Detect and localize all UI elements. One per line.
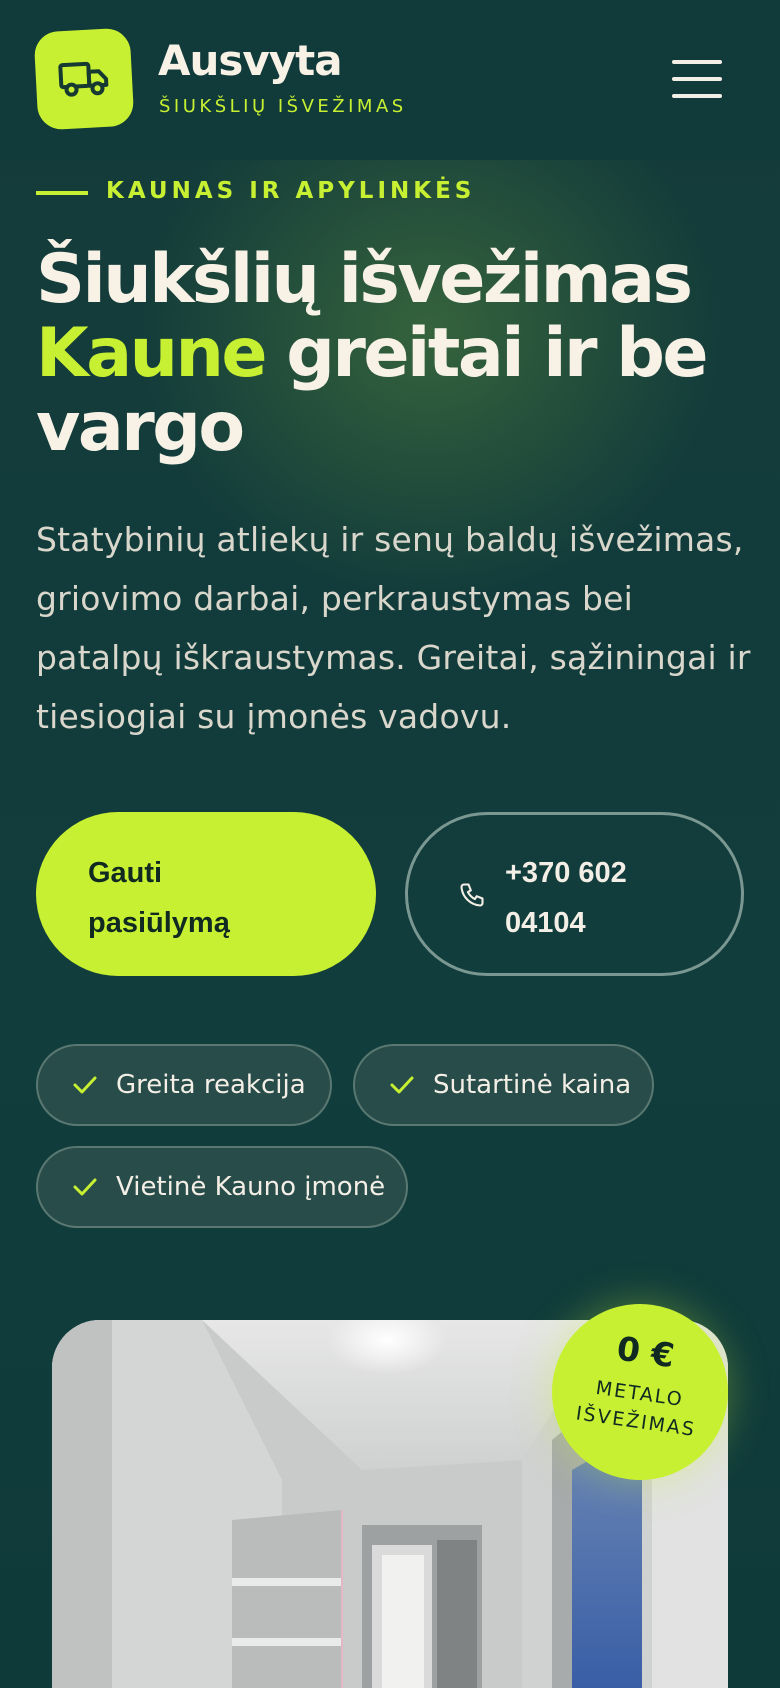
feature-label: Vietinė Kauno įmonė [116,1172,386,1202]
feature-chip: Greita reakcija [36,1044,332,1126]
hero-lead: Statybinių atliekų ir senų baldų išvežim… [36,520,751,736]
headline-accent: Kaune [36,314,268,393]
feature-label: Sutartinė kaina [433,1070,632,1100]
badge-label: METALO IŠVEŽIMAS [547,1368,729,1448]
eyebrow-text: KAUNAS IR APYLINKĖS [106,178,476,204]
headline-part-1: Šiukšlių išvežimas [36,240,693,319]
page: Ausvyta ŠIUKŠLIŲ IŠVEŽIMAS KAUNAS IR APY… [0,0,780,1688]
get-quote-button[interactable]: Gauti pasiūlymą [36,812,376,976]
feature-chip: Vietinė Kauno įmonė [36,1146,408,1228]
phone-icon [460,883,484,907]
check-icon [73,1178,97,1196]
truck-icon [58,61,109,97]
get-quote-label: Gauti pasiūlymą [88,857,230,939]
phone-number: +370 602 04104 [505,857,627,939]
check-icon [390,1076,414,1094]
hamburger-menu-icon[interactable] [668,58,726,100]
eyebrow-divider [36,191,88,195]
check-icon [73,1076,97,1094]
brand-tagline: ŠIUKŠLIŲ IŠVEŽIMAS [159,96,407,117]
logo[interactable] [33,27,135,131]
hero-headline: Šiukšlių išvežimas Kaune greitai ir be v… [36,243,756,465]
call-phone-button[interactable]: +370 602 04104 [405,812,744,976]
feature-label: Greita reakcija [116,1070,306,1100]
site-header: Ausvyta ŠIUKŠLIŲ IŠVEŽIMAS [0,0,780,160]
brand-name[interactable]: Ausvyta [158,36,343,85]
feature-chip: Sutartinė kaina [353,1044,654,1126]
